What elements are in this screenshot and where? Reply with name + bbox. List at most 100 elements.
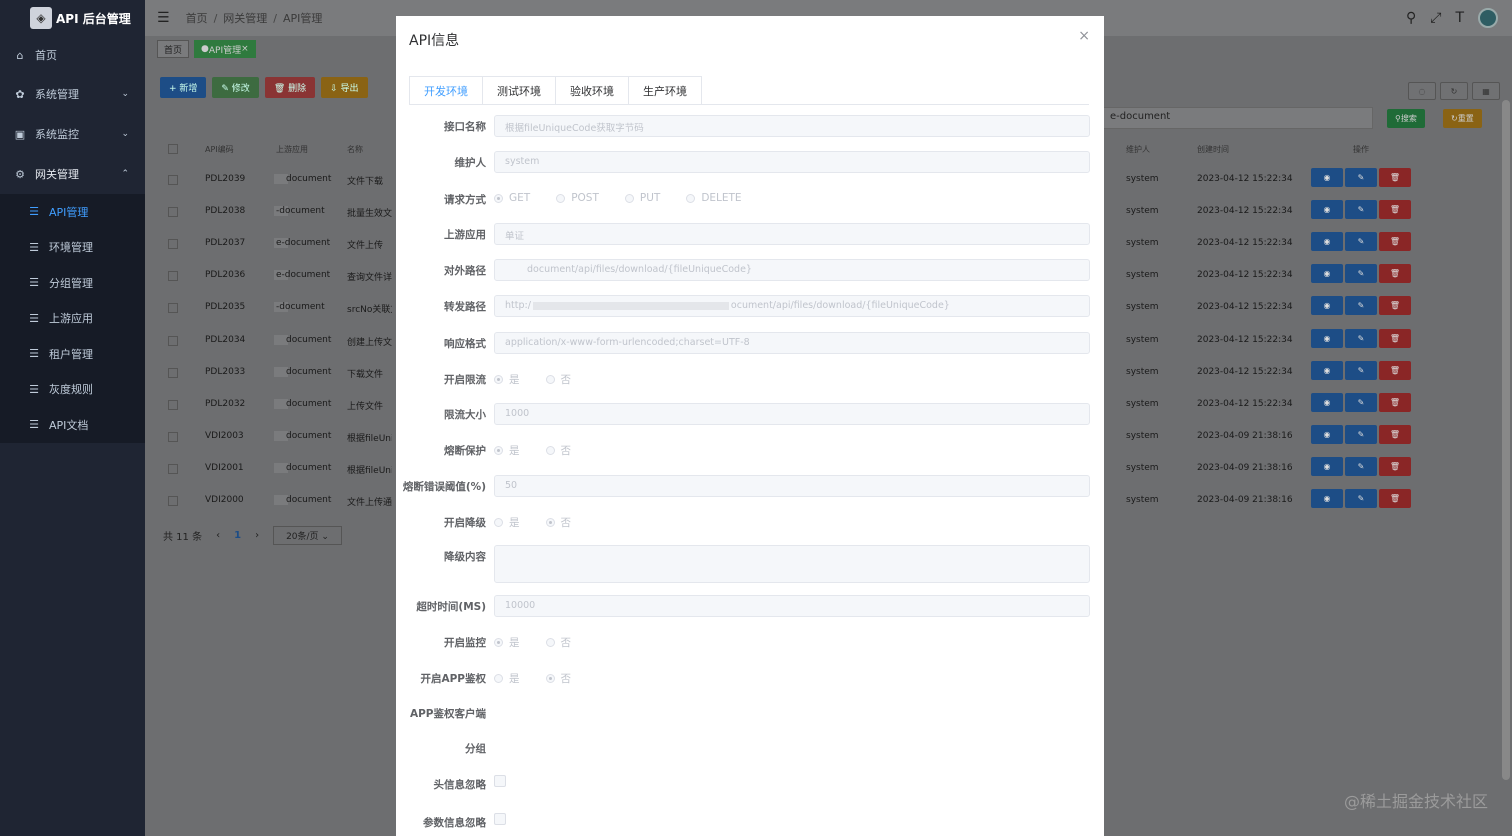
trash-icon[interactable]: 🗑 bbox=[1379, 168, 1411, 187]
view-icon[interactable]: ◉ bbox=[1311, 424, 1343, 444]
upstream-select[interactable]: 单证 bbox=[494, 223, 1090, 245]
view-icon[interactable]: ◉ bbox=[1311, 296, 1343, 316]
row-checkbox[interactable] bbox=[168, 335, 178, 346]
row-checkbox[interactable] bbox=[168, 496, 178, 506]
app-logo[interactable]: ◈ API 后台管理 bbox=[0, 0, 145, 36]
delete-button[interactable]: 🗑 删除 bbox=[264, 77, 316, 98]
trash-icon[interactable]: 🗑 bbox=[1379, 328, 1411, 348]
trash-icon[interactable]: 🗑 bbox=[1379, 264, 1411, 284]
page-scrollbar[interactable] bbox=[1502, 100, 1510, 780]
radio-get[interactable]: GET bbox=[494, 192, 530, 204]
trash-icon[interactable]: 🗑 bbox=[1379, 232, 1411, 252]
fullscreen-icon[interactable]: ⤢ bbox=[1430, 10, 1441, 26]
row-checkbox[interactable] bbox=[168, 399, 178, 410]
row-checkbox[interactable] bbox=[168, 271, 178, 282]
sidebar-item-gray[interactable]: ☰ 灰度规则 bbox=[0, 372, 145, 408]
tag-home[interactable]: 首页 bbox=[157, 40, 190, 58]
add-button[interactable]: + 新增 bbox=[160, 77, 207, 98]
row-checkbox[interactable] bbox=[168, 367, 178, 378]
breadcrumb-home[interactable]: 首页 bbox=[186, 10, 208, 26]
close-icon[interactable]: × bbox=[1078, 28, 1090, 44]
refresh-icon[interactable]: ↻ bbox=[1440, 82, 1468, 100]
trash-icon[interactable]: 🗑 bbox=[1379, 456, 1411, 476]
view-icon[interactable]: ◉ bbox=[1311, 360, 1343, 380]
avatar[interactable] bbox=[1478, 8, 1498, 28]
param-ignore-checkbox[interactable] bbox=[494, 813, 506, 825]
view-icon[interactable]: ◉ bbox=[1311, 456, 1343, 476]
row-checkbox[interactable] bbox=[168, 463, 178, 474]
columns-icon[interactable]: ▦ bbox=[1472, 82, 1500, 100]
trash-icon[interactable]: 🗑 bbox=[1379, 392, 1411, 412]
row-checkbox[interactable] bbox=[168, 239, 178, 250]
radio-no[interactable]: 否 bbox=[545, 515, 571, 530]
sidebar-item-system[interactable]: ✿ 系统管理 ⌄ bbox=[0, 74, 145, 114]
tab-dev[interactable]: 开发环境 bbox=[410, 77, 483, 105]
row-checkbox[interactable] bbox=[168, 303, 178, 314]
view-icon[interactable]: ◉ bbox=[1311, 168, 1343, 187]
degrade-content-textarea[interactable] bbox=[494, 545, 1090, 583]
radio-yes[interactable]: 是 bbox=[494, 372, 520, 387]
sidebar-item-upstream[interactable]: ☰ 上游应用 bbox=[0, 301, 145, 337]
edit-icon[interactable]: ✎ bbox=[1345, 424, 1377, 444]
radio-put[interactable]: PUT bbox=[624, 192, 660, 204]
font-size-icon[interactable]: T bbox=[1455, 10, 1464, 26]
radio-no[interactable]: 否 bbox=[545, 671, 571, 686]
trash-icon[interactable]: 🗑 bbox=[1379, 200, 1411, 220]
radio-yes[interactable]: 是 bbox=[494, 515, 520, 530]
reset-button[interactable]: ↻ 重置 bbox=[1443, 109, 1482, 128]
view-icon[interactable]: ◉ bbox=[1311, 264, 1343, 284]
tab-prod[interactable]: 生产环境 bbox=[629, 77, 701, 105]
edit-button[interactable]: ✎ 修改 bbox=[212, 77, 259, 98]
edit-icon[interactable]: ✎ bbox=[1345, 456, 1377, 476]
view-icon[interactable]: ◉ bbox=[1311, 200, 1343, 220]
tag-api[interactable]: ● API管理 × bbox=[194, 40, 256, 58]
page-size-select[interactable]: 20条/页 ⌄ bbox=[273, 526, 342, 545]
trash-icon[interactable]: 🗑 bbox=[1379, 489, 1411, 508]
forward-path-input[interactable]: http:/ ocument/api/files/download/{fileUn… bbox=[494, 295, 1090, 317]
view-icon[interactable]: ◉ bbox=[1311, 392, 1343, 412]
sidebar-item-apidoc[interactable]: ☰ API文档 bbox=[0, 407, 145, 443]
trash-icon[interactable]: 🗑 bbox=[1379, 296, 1411, 316]
response-format-input[interactable]: application/x-www-form-urlencoded;charse… bbox=[494, 332, 1090, 354]
sidebar-item-env[interactable]: ☰ 环境管理 bbox=[0, 230, 145, 266]
search-icon[interactable]: ⚲ bbox=[1406, 10, 1416, 26]
search-button[interactable]: ⚲ 搜索 bbox=[1387, 109, 1425, 128]
name-input[interactable]: 根据fileUniqueCode获取字节码 bbox=[494, 115, 1090, 137]
radio-yes[interactable]: 是 bbox=[494, 671, 520, 686]
export-button[interactable]: ⇩ 导出 bbox=[321, 77, 368, 98]
edit-icon[interactable]: ✎ bbox=[1345, 360, 1377, 380]
sidebar-item-home[interactable]: ⌂ 首页 bbox=[0, 36, 145, 74]
view-icon[interactable]: ◉ bbox=[1311, 232, 1343, 252]
external-path-input[interactable]: document/api/files/download/{fileUniqueC… bbox=[494, 259, 1090, 281]
edit-icon[interactable]: ✎ bbox=[1345, 232, 1377, 252]
row-checkbox[interactable] bbox=[168, 431, 178, 442]
timeout-input[interactable]: 10000 bbox=[494, 595, 1090, 617]
rate-size-input[interactable]: 1000 bbox=[494, 403, 1090, 425]
radio-no[interactable]: 否 bbox=[545, 635, 571, 650]
sidebar-item-group[interactable]: ☰ 分组管理 bbox=[0, 265, 145, 301]
sidebar-item-api[interactable]: ☰ API管理 bbox=[0, 194, 145, 230]
tab-uat[interactable]: 验收环境 bbox=[556, 77, 629, 105]
maintainer-input[interactable]: system bbox=[494, 151, 1090, 173]
search-input[interactable]: e-document bbox=[1103, 107, 1373, 129]
select-all-checkbox[interactable] bbox=[168, 144, 178, 154]
edit-icon[interactable]: ✎ bbox=[1345, 328, 1377, 348]
sidebar-item-tenant[interactable]: ☰ 租户管理 bbox=[0, 336, 145, 372]
edit-icon[interactable]: ✎ bbox=[1345, 168, 1377, 187]
sidebar-item-monitor[interactable]: ▣ 系统监控 ⌄ bbox=[0, 114, 145, 154]
edit-icon[interactable]: ✎ bbox=[1345, 296, 1377, 316]
next-page-icon[interactable]: › bbox=[255, 530, 259, 541]
trash-icon[interactable]: 🗑 bbox=[1379, 360, 1411, 380]
row-checkbox[interactable] bbox=[168, 175, 178, 185]
view-icon[interactable]: ◉ bbox=[1311, 489, 1343, 508]
header-ignore-checkbox[interactable] bbox=[494, 775, 506, 787]
trash-icon[interactable]: 🗑 bbox=[1379, 424, 1411, 444]
radio-no[interactable]: 否 bbox=[545, 443, 571, 458]
prev-page-icon[interactable]: ‹ bbox=[216, 530, 220, 541]
edit-icon[interactable]: ✎ bbox=[1345, 200, 1377, 220]
edit-icon[interactable]: ✎ bbox=[1345, 489, 1377, 508]
tab-test[interactable]: 测试环境 bbox=[483, 77, 556, 105]
radio-delete[interactable]: DELETE bbox=[686, 192, 742, 204]
edit-icon[interactable]: ✎ bbox=[1345, 264, 1377, 284]
edit-icon[interactable]: ✎ bbox=[1345, 392, 1377, 412]
